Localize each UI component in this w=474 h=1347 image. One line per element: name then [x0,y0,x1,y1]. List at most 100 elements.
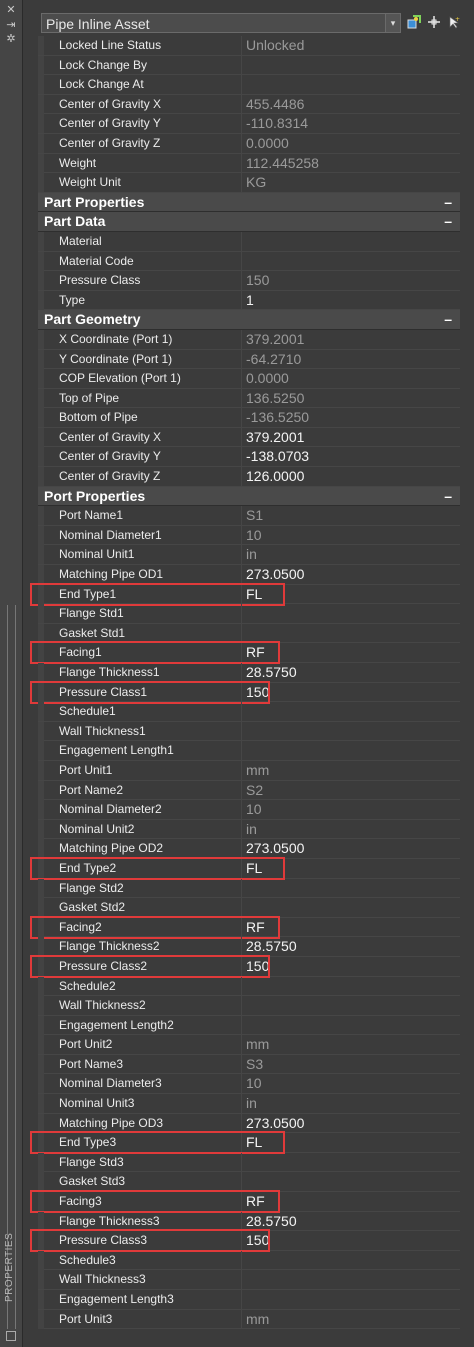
property-row-gasket-std3[interactable]: Gasket Std3 [38,1172,460,1193]
property-value[interactable]: 0.0000 [246,134,456,153]
property-row-material[interactable]: Material [38,231,460,252]
property-value[interactable]: 273.0500 [246,839,456,858]
property-value[interactable] [246,1016,456,1035]
property-row-pressure-class1[interactable]: Pressure Class1 150 [30,680,460,704]
toggle-pickadd-icon[interactable]: + [445,13,463,33]
property-row-gasket-std1[interactable]: Gasket Std1 [38,623,460,644]
pin-icon[interactable]: ⇥ [4,19,18,31]
property-value[interactable]: RF [246,918,456,937]
property-row-flange-std2[interactable]: Flange Std2 [38,878,460,899]
property-value[interactable]: in [246,1094,456,1113]
property-row-facing3[interactable]: Facing3 RF [30,1190,460,1214]
property-row-facing2[interactable]: Facing2 RF [30,915,460,939]
property-row-type[interactable]: Type 1 [38,290,460,311]
property-value[interactable]: RF [246,643,456,662]
property-row-bottom-of-pipe[interactable]: Bottom of Pipe -136.5250 [38,408,460,428]
select-objects-icon[interactable] [425,13,443,33]
property-row-material-code[interactable]: Material Code [38,251,460,272]
property-value[interactable]: S3 [246,1055,456,1074]
property-value[interactable]: 136.5250 [246,389,456,408]
property-row-nominal-diameter2[interactable]: Nominal Diameter2 10 [38,800,460,820]
property-row-top-of-pipe[interactable]: Top of Pipe 136.5250 [38,388,460,409]
section-header-part-data[interactable]: Part Data – [38,212,460,232]
chevron-down-icon[interactable]: ▾ [385,14,400,32]
property-value[interactable]: 1 [246,291,456,310]
section-header-part-geometry[interactable]: Part Geometry – [38,310,460,330]
property-value[interactable]: S1 [246,506,456,525]
property-row-center-of-gravity-x[interactable]: Center of Gravity X 379.2001 [38,427,460,448]
property-value[interactable]: Unlocked [246,36,456,55]
property-row-flange-thickness1[interactable]: Flange Thickness1 28.5750 [38,663,460,683]
property-row-center-of-gravity-x[interactable]: Center of Gravity X 455.4486 [38,94,460,115]
property-value[interactable] [246,898,456,917]
collapse-icon[interactable]: – [444,212,452,230]
property-row-center-of-gravity-y[interactable]: Center of Gravity Y -138.0703 [38,447,460,468]
property-value[interactable] [246,879,456,898]
property-value[interactable]: 455.4486 [246,95,456,114]
collapse-icon[interactable]: – [444,193,452,211]
property-row-lock-change-by[interactable]: Lock Change By [38,55,460,76]
property-row-wall-thickness1[interactable]: Wall Thickness1 [38,721,460,742]
property-value[interactable]: -64.2710 [246,350,456,369]
property-row-matching-pipe-od2[interactable]: Matching Pipe OD2 273.0500 [38,839,460,859]
property-value[interactable] [246,702,456,721]
property-row-flange-std1[interactable]: Flange Std1 [38,604,460,624]
property-row-port-name3[interactable]: Port Name3 S3 [38,1054,460,1075]
property-value[interactable] [246,624,456,643]
property-row-wall-thickness3[interactable]: Wall Thickness3 [38,1270,460,1290]
property-row-weight[interactable]: Weight 112.445258 [38,153,460,174]
property-value[interactable]: 0.0000 [246,369,456,388]
property-value[interactable]: 379.2001 [246,330,456,349]
property-row-nominal-unit2[interactable]: Nominal Unit2 in [38,819,460,840]
property-row-end-type3[interactable]: End Type3 FL [30,1131,460,1155]
property-row-nominal-unit3[interactable]: Nominal Unit3 in [38,1094,460,1114]
collapse-icon[interactable]: – [444,487,452,505]
property-value[interactable] [246,75,456,94]
property-row-schedule1[interactable]: Schedule1 [38,702,460,722]
property-value[interactable] [246,604,456,623]
property-value[interactable]: 150 [246,957,456,976]
property-value[interactable] [246,1251,456,1270]
property-row-end-type2[interactable]: End Type2 FL [30,856,460,880]
property-value[interactable] [246,1290,456,1309]
property-value[interactable]: 150 [246,1231,456,1250]
property-value[interactable]: 28.5750 [246,663,456,682]
property-row-center-of-gravity-y[interactable]: Center of Gravity Y -110.8314 [38,114,460,134]
property-value[interactable]: in [246,820,456,839]
property-row-pressure-class[interactable]: Pressure Class 150 [38,271,460,291]
property-value[interactable]: mm [246,1035,456,1054]
property-value[interactable]: 273.0500 [246,1114,456,1133]
scrollbar[interactable] [7,605,16,1329]
property-row-engagement-length2[interactable]: Engagement Length2 [38,1015,460,1036]
property-value[interactable] [246,722,456,741]
property-row-schedule3[interactable]: Schedule3 [38,1250,460,1271]
property-value[interactable]: S2 [246,781,456,800]
property-value[interactable] [246,232,456,251]
property-value[interactable]: -138.0703 [246,447,456,466]
property-value[interactable]: FL [246,1133,456,1152]
property-value[interactable]: 150 [246,271,456,290]
property-row-port-unit2[interactable]: Port Unit2 mm [38,1035,460,1055]
property-value[interactable]: mm [246,1310,456,1329]
property-value[interactable] [246,1172,456,1191]
property-value[interactable]: 10 [246,526,456,545]
property-value[interactable] [246,1270,456,1289]
property-row-engagement-length3[interactable]: Engagement Length3 [38,1290,460,1310]
property-value[interactable]: 10 [246,1074,456,1093]
property-value[interactable] [246,1153,456,1172]
object-type-select[interactable]: Pipe Inline Asset ▾ [41,13,401,33]
property-value[interactable]: 112.445258 [246,154,456,173]
property-row-center-of-gravity-z[interactable]: Center of Gravity Z 126.0000 [38,467,460,487]
property-row-y-coordinate-port-1[interactable]: Y Coordinate (Port 1) -64.2710 [38,349,460,370]
property-value[interactable]: -136.5250 [246,408,456,427]
property-row-port-unit3[interactable]: Port Unit3 mm [38,1309,460,1330]
property-value[interactable]: 28.5750 [246,937,456,956]
property-row-center-of-gravity-z[interactable]: Center of Gravity Z 0.0000 [38,133,460,154]
property-value[interactable] [246,252,456,271]
property-value[interactable]: -110.8314 [246,114,456,133]
property-value[interactable]: 10 [246,800,456,819]
property-value[interactable]: RF [246,1192,456,1211]
property-row-port-name2[interactable]: Port Name2 S2 [38,780,460,801]
property-value[interactable]: 150 [246,683,456,702]
property-value[interactable]: 273.0500 [246,565,456,584]
